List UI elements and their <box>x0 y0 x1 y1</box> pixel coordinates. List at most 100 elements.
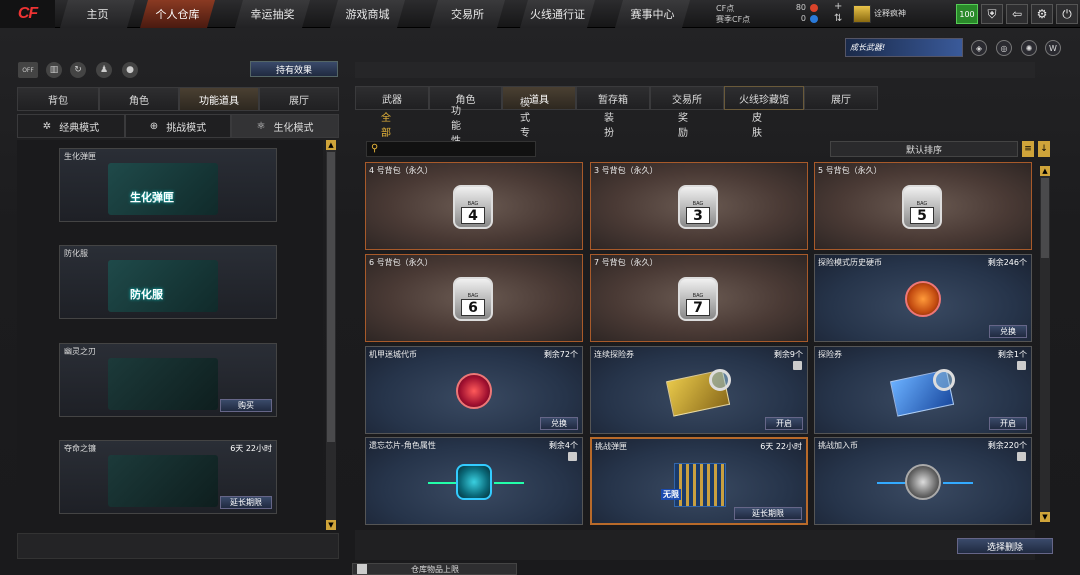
list-item[interactable]: 防化服 防化服 <box>59 245 277 319</box>
list-view-icon[interactable]: ≡ <box>1022 141 1034 157</box>
item-card[interactable]: 连续探险券 剩余9个 开启 <box>590 346 808 434</box>
item-name: 挑战加入币 <box>818 441 858 450</box>
cf-points-value: 80 <box>795 3 806 12</box>
right-tab-storage-box[interactable]: 暂存箱 <box>576 86 650 110</box>
sort-dropdown[interactable]: 默认排序 <box>830 141 1018 157</box>
open-button[interactable]: 开启 <box>989 417 1027 430</box>
grid-scrollbar[interactable]: ▲ ▼ <box>1040 166 1050 522</box>
item-card[interactable]: 探险券 剩余1个 开启 <box>814 346 1032 434</box>
target-badge-icon[interactable]: ◎ <box>996 40 1012 56</box>
nav-battle-pass[interactable]: 火线通行证 <box>520 0 595 28</box>
nav-event-center[interactable]: 赛事中心 <box>615 0 690 28</box>
item-card[interactable]: 挑战加入币 剩余220个 <box>814 437 1032 525</box>
right-tab-collection-hall[interactable]: 火线珍藏馆 <box>724 86 804 110</box>
redeem-button[interactable]: 兑换 <box>540 417 578 430</box>
right-tab-items[interactable]: 道具 <box>502 86 576 110</box>
sort-order-icon[interactable]: ↓ <box>1038 141 1050 157</box>
search-input[interactable]: ⚲ <box>366 141 536 157</box>
right-tab-exchange[interactable]: 交易所 <box>650 86 724 110</box>
bag-icon[interactable]: ● <box>122 62 138 78</box>
promo-banner[interactable]: 成长武器! <box>845 38 963 57</box>
cf-points-label: CF点 <box>716 4 735 13</box>
mode-tab-biochem[interactable]: ⚛ 生化模式 <box>231 114 339 138</box>
left-category-tabs: 背包 角色 功能道具 展厅 <box>17 87 339 111</box>
item-card[interactable]: 7 号背包（永久） BAG 7 <box>590 254 808 342</box>
open-button[interactable]: 开启 <box>765 417 803 430</box>
trash-icon[interactable] <box>793 361 802 370</box>
power-icon[interactable]: ⏻ <box>1056 4 1078 24</box>
buy-button[interactable]: 购买 <box>220 399 272 412</box>
left-tab-character[interactable]: 角色 <box>99 87 179 111</box>
item-card[interactable]: 5 号背包（永久） BAG 5 <box>814 162 1032 250</box>
search-icon: ⚲ <box>371 143 379 154</box>
w-badge-icon[interactable]: W <box>1045 40 1061 56</box>
subtab-all[interactable]: 全部 <box>381 113 391 139</box>
subtab-rewards[interactable]: 奖励 <box>678 113 688 139</box>
scroll-thumb[interactable] <box>1041 178 1049 258</box>
extend-button[interactable]: 延长期限 <box>734 507 802 520</box>
list-item[interactable]: 幽灵之刃 购买 <box>59 343 277 417</box>
list-item[interactable]: 生化弹匣 生化弹匣 <box>59 148 277 222</box>
subtab-functional[interactable]: 功能性 <box>451 106 461 147</box>
nav-home[interactable]: 主页 <box>60 0 135 28</box>
item-remaining: 剩余1个 <box>997 350 1027 359</box>
bulk-delete-button[interactable]: 选择删除 <box>957 538 1053 554</box>
trash-icon[interactable] <box>1017 452 1026 461</box>
figure-icon[interactable]: ♟ <box>96 62 112 78</box>
nav-personal-warehouse[interactable]: 个人仓库 <box>140 0 215 28</box>
swirl-badge-icon[interactable]: ✺ <box>1021 40 1037 56</box>
trash-icon[interactable] <box>568 452 577 461</box>
item-card[interactable]: 机甲迷城代币 剩余72个 兑换 <box>365 346 583 434</box>
nav-game-mall[interactable]: 游戏商城 <box>330 0 405 28</box>
memory-chip-icon <box>456 464 492 500</box>
item-name: 6 号背包（永久） <box>369 258 433 267</box>
shield-badge-icon[interactable]: ◈ <box>971 40 987 56</box>
subtab-dress-up[interactable]: 装扮 <box>604 113 614 139</box>
cf-points-row: CF点 80 <box>716 3 836 14</box>
pulse-line-right <box>494 482 524 484</box>
backpack-icon: BAG 6 <box>453 277 493 321</box>
left-tab-backpack[interactable]: 背包 <box>17 87 99 111</box>
item-name: 生化弹匣 <box>64 152 96 161</box>
nav-lucky-draw[interactable]: 幸运抽奖 <box>235 0 310 28</box>
refresh-icon[interactable]: ↻ <box>70 62 86 78</box>
item-card[interactable]: 遗忘芯片-角色属性 剩余4个 <box>365 437 583 525</box>
scroll-up-arrow-icon[interactable]: ▲ <box>1040 166 1050 176</box>
list-item[interactable]: 夺命之镰 6天 22小时 延长期限 <box>59 440 277 514</box>
right-tab-character[interactable]: 角色 <box>429 86 502 110</box>
right-tab-gallery[interactable]: 展厅 <box>804 86 878 110</box>
left-tab-function-items[interactable]: 功能道具 <box>179 87 259 111</box>
item-name: 防化服 <box>64 249 88 258</box>
bar-chart-icon[interactable]: ▥ <box>46 62 62 78</box>
right-tab-weapons[interactable]: 武器 <box>355 86 429 110</box>
item-card[interactable]: 探险模式历史硬币 剩余246个 兑换 <box>814 254 1032 342</box>
extend-button[interactable]: 延长期限 <box>220 496 272 509</box>
item-card[interactable]: 6 号背包（永久） BAG 6 <box>365 254 583 342</box>
left-item-list: 生化弹匣 生化弹匣 防化服 防化服 幽灵之刃 购买 夺命之镰 6天 22小时 延… <box>17 140 323 530</box>
item-card[interactable]: 挑战弹匣 6天 22小时 无限 延长期限 <box>590 437 808 525</box>
trash-icon[interactable] <box>1017 361 1026 370</box>
left-scrollbar[interactable]: ▲ ▼ <box>326 140 336 530</box>
scroll-up-arrow-icon[interactable]: ▲ <box>326 140 336 150</box>
mode-tab-challenge[interactable]: ⊕ 挑战模式 <box>125 114 231 138</box>
scroll-thumb[interactable] <box>327 152 335 442</box>
nav-exchange[interactable]: 交易所 <box>430 0 505 28</box>
exit-icon[interactable]: ⇦ <box>1006 4 1028 24</box>
backpack-number: 7 <box>686 299 710 316</box>
holding-effect-button[interactable]: 持有效果 <box>250 61 338 77</box>
redeem-button[interactable]: 兑换 <box>989 325 1027 338</box>
shield-icon[interactable]: ⛨ <box>981 4 1003 24</box>
off-toggle-icon[interactable]: OFF <box>18 62 38 78</box>
mode-tab-classic[interactable]: ✲ 经典模式 <box>17 114 125 138</box>
item-card[interactable]: 3 号背包（永久） BAG 3 <box>590 162 808 250</box>
scroll-down-arrow-icon[interactable]: ▼ <box>1040 512 1050 522</box>
subtab-skins[interactable]: 皮肤 <box>752 113 762 139</box>
subtab-mode-exclusive[interactable]: 模式专属 <box>520 98 530 154</box>
gear-icon[interactable]: ⚙ <box>1031 4 1053 24</box>
scroll-down-arrow-icon[interactable]: ▼ <box>326 520 336 530</box>
add-currency-icon[interactable]: + <box>834 1 842 12</box>
left-tab-gallery[interactable]: 展厅 <box>259 87 339 111</box>
exchange-currency-icon[interactable]: ⇅ <box>834 13 842 24</box>
item-card[interactable]: 4 号背包（永久） BAG 4 <box>365 162 583 250</box>
capacity-bar[interactable]: 仓库物品上限 <box>352 563 517 575</box>
